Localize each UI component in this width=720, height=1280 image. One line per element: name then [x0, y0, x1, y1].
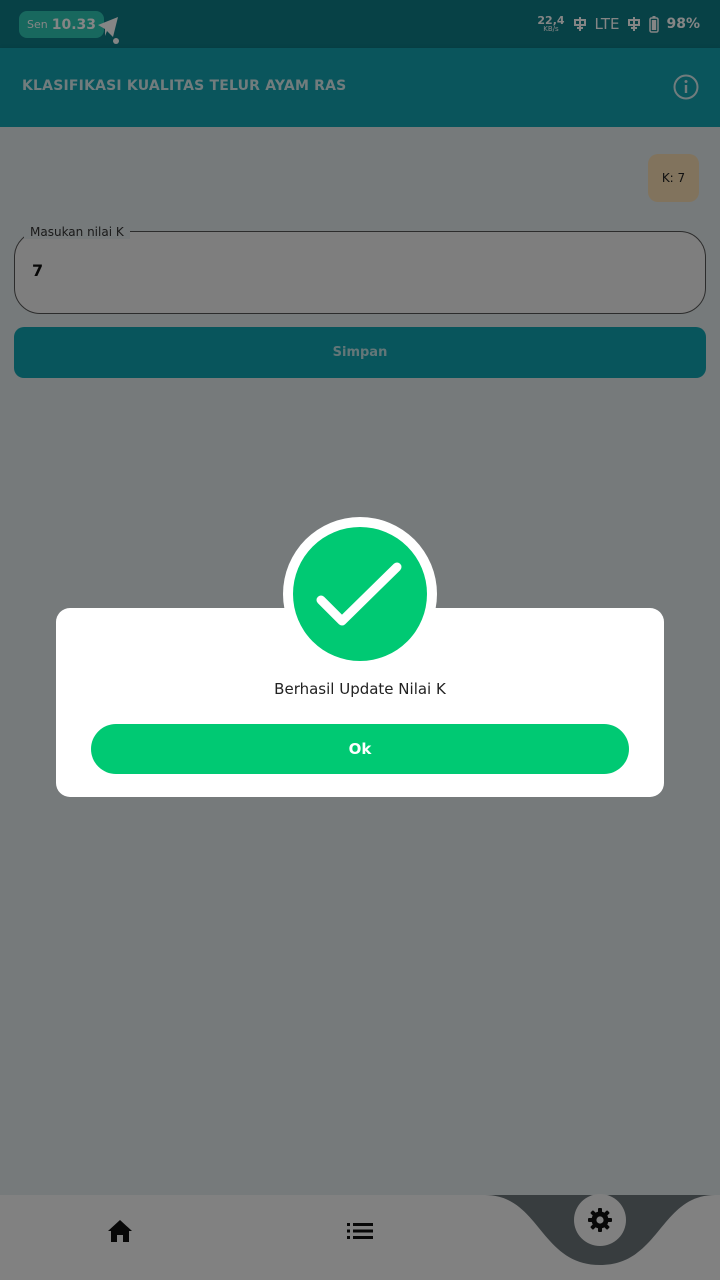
check-icon	[293, 527, 427, 661]
dialog-message: Berhasil Update Nilai K	[274, 680, 446, 698]
ok-button[interactable]: Ok	[91, 724, 629, 774]
